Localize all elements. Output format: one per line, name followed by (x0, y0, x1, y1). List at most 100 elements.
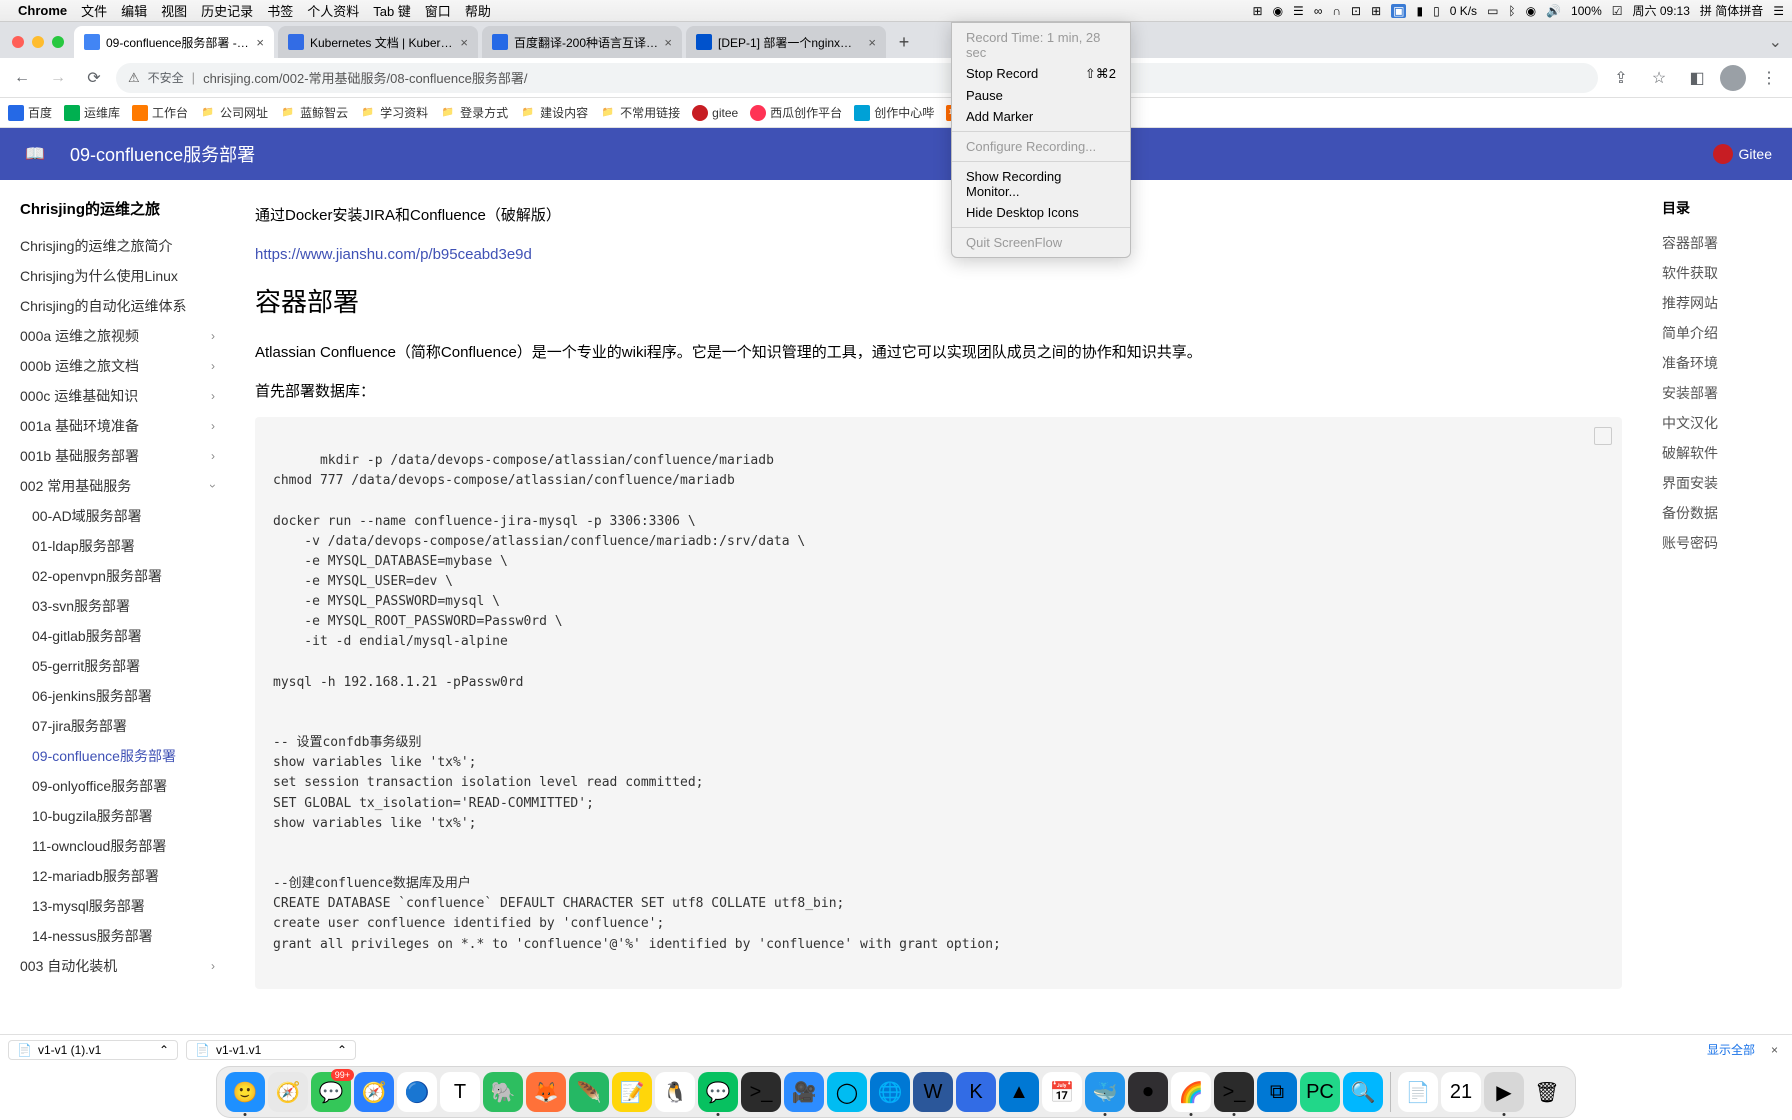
clock[interactable]: 周六 09:13 (1633, 2, 1690, 19)
sidebar-item[interactable]: Chrisjing的自动化运维体系 (20, 291, 215, 321)
download-item-2[interactable]: 📄 v1-v1.v1 ⌃ (186, 1040, 356, 1060)
dock-yuque[interactable]: 🪶 (569, 1072, 609, 1112)
toc-item[interactable]: 备份数据 (1662, 498, 1782, 528)
dock-wps-w[interactable]: W (913, 1072, 953, 1112)
dock-obs[interactable]: ⏺ (1128, 1072, 1168, 1112)
sidebar-item[interactable]: Chrisjing为什么使用Linux (20, 261, 215, 291)
window-minimize[interactable] (32, 36, 44, 48)
bookmark-bilibili[interactable]: 创作中心哔 (854, 104, 934, 121)
sidebar-item[interactable]: 03-svn服务部署 (20, 591, 215, 621)
menu-view[interactable]: 视图 (161, 1, 187, 20)
download-item-1[interactable]: 📄 v1-v1 (1).v1 ⌃ (8, 1040, 178, 1060)
close-downloads-bar[interactable]: × (1765, 1043, 1784, 1057)
wechat-menubar-icon[interactable]: ◉ (1273, 4, 1283, 18)
profile-avatar[interactable] (1720, 65, 1746, 91)
sidebar-item[interactable]: 003 自动化装机› (20, 951, 215, 981)
sidebar-item[interactable]: Chrisjing的运维之旅简介 (20, 231, 215, 261)
dock-cal[interactable]: 21 (1441, 1072, 1481, 1112)
sidebar-item[interactable]: 01-ldap服务部署 (20, 531, 215, 561)
toc-item[interactable]: 账号密码 (1662, 528, 1782, 558)
toc-item[interactable]: 容器部署 (1662, 228, 1782, 258)
menu-profile[interactable]: 个人资料 (307, 1, 359, 20)
grid-icon[interactable]: ⊞ (1371, 4, 1381, 18)
phone-icon[interactable]: ▯ (1433, 4, 1440, 18)
menu-help[interactable]: 帮助 (465, 1, 491, 20)
dock-chrome2[interactable]: 🔵 (397, 1072, 437, 1112)
sidebar-item[interactable]: 000c 运维基础知识› (20, 381, 215, 411)
input-method[interactable]: 拼 简体拼音 (1700, 2, 1763, 19)
sidebar-item[interactable]: 001b 基础服务部署› (20, 441, 215, 471)
bookmark-folder-lanjing[interactable]: 📁蓝鲸智云 (280, 104, 348, 121)
sidepanel-icon[interactable]: ◧ (1682, 63, 1712, 93)
wifi-icon[interactable]: ◉ (1526, 4, 1536, 18)
bookmark-folder-rare[interactable]: 📁不常用链接 (600, 104, 680, 121)
sidebar-item[interactable]: 002 常用基础服务› (20, 471, 215, 501)
bookmark-workbench[interactable]: 工作台 (132, 104, 188, 121)
toc-item[interactable]: 推荐网站 (1662, 288, 1782, 318)
sidebar-item[interactable]: 00-AD域服务部署 (20, 501, 215, 531)
battery-icon[interactable]: ☑ (1612, 4, 1623, 18)
headphones-icon[interactable]: ∩ (1332, 4, 1341, 18)
sidebar-item[interactable]: 11-owncloud服务部署 (20, 831, 215, 861)
dock-safari[interactable]: 🧭 (268, 1072, 308, 1112)
sidebar-item[interactable]: 09-confluence服务部署 (20, 741, 215, 771)
dock-firefox[interactable]: 🦊 (526, 1072, 566, 1112)
menu-bookmarks[interactable]: 书签 (267, 1, 293, 20)
tab-overflow-icon[interactable]: ⌄ (1769, 32, 1782, 52)
menu-file[interactable]: 文件 (81, 1, 107, 20)
dock-finder[interactable]: 🙂 (225, 1072, 265, 1112)
download-menu-icon[interactable]: ⌃ (337, 1043, 347, 1057)
dock-evernote[interactable]: 🐘 (483, 1072, 523, 1112)
dock-edge[interactable]: 🌐 (870, 1072, 910, 1112)
sync-icon[interactable]: ∞ (1314, 4, 1323, 18)
app-menubar-icon[interactable]: ⊡ (1351, 4, 1361, 18)
code-block[interactable]: mkdir -p /data/devops-compose/atlassian/… (255, 417, 1622, 989)
bluetooth-icon[interactable]: ᛒ (1508, 4, 1515, 18)
bookmark-gitee[interactable]: gitee (692, 105, 738, 121)
dock-docker[interactable]: 🐳 (1085, 1072, 1125, 1112)
chevron-icon[interactable]: › (211, 419, 215, 433)
sidebar-item[interactable]: 06-jenkins服务部署 (20, 681, 215, 711)
sidebar-item[interactable]: 000b 运维之旅文档› (20, 351, 215, 381)
sidebar-item[interactable]: 12-mariadb服务部署 (20, 861, 215, 891)
control-center-icon[interactable]: ☰ (1773, 4, 1784, 18)
evernote-menubar-icon[interactable]: ☰ (1293, 4, 1304, 18)
site-logo-icon[interactable]: 📖 (20, 139, 50, 169)
menu-edit[interactable]: 编辑 (121, 1, 147, 20)
chrome-menu-icon[interactable]: ⋮ (1754, 63, 1784, 93)
sidebar-item[interactable]: 09-onlyoffice服务部署 (20, 771, 215, 801)
dock-wechat[interactable]: 💬 (698, 1072, 738, 1112)
stop-record[interactable]: Stop Record⇧⌘2 (952, 63, 1130, 85)
reload-button[interactable]: ⟳ (80, 64, 108, 92)
menu-tab[interactable]: Tab 键 (373, 1, 411, 20)
gitee-link[interactable]: Gitee (1713, 144, 1772, 164)
dock-iterm[interactable]: >_ (1214, 1072, 1254, 1112)
main-content[interactable]: 通过Docker安装JIRA和Confluence（破解版） https://w… (225, 180, 1652, 1034)
dock-kube[interactable]: K (956, 1072, 996, 1112)
jianshu-link[interactable]: https://www.jianshu.com/p/b95ceabd3e9d (255, 246, 532, 263)
tab-close-icon[interactable]: × (868, 35, 876, 50)
bookmark-star-icon[interactable]: ☆ (1644, 63, 1674, 93)
download-menu-icon[interactable]: ⌃ (159, 1043, 169, 1057)
toc-item[interactable]: 安装部署 (1662, 378, 1782, 408)
toc-item[interactable]: 破解软件 (1662, 438, 1782, 468)
address-bar[interactable]: ⚠ 不安全 | chrisjing.com/002-常用基础服务/08-conf… (116, 63, 1598, 93)
toc-item[interactable]: 准备环境 (1662, 348, 1782, 378)
dock-calendar[interactable]: 📅 (1042, 1072, 1082, 1112)
tab-1[interactable]: 09-confluence服务部署 - Chris × (74, 26, 274, 58)
toc-item[interactable]: 软件获取 (1662, 258, 1782, 288)
sidebar-item[interactable]: 07-jira服务部署 (20, 711, 215, 741)
tab-close-icon[interactable]: × (460, 35, 468, 50)
pause-record[interactable]: Pause (952, 85, 1130, 106)
dock-textedit[interactable]: 📄 (1398, 1072, 1438, 1112)
dock-screenflow[interactable]: ▶ (1484, 1072, 1524, 1112)
tab-2[interactable]: Kubernetes 文档 | Kubernetes × (278, 26, 478, 58)
dock-safari2[interactable]: 🧭 (354, 1072, 394, 1112)
sidebar-item[interactable]: 04-gitlab服务部署 (20, 621, 215, 651)
volume-icon[interactable]: 🔊 (1546, 4, 1561, 18)
dock-lens[interactable]: 🔍 (1343, 1072, 1383, 1112)
dock-terminal[interactable]: >_ (741, 1072, 781, 1112)
dock-qq[interactable]: 🐧 (655, 1072, 695, 1112)
left-sidebar[interactable]: Chrisjing的运维之旅 Chrisjing的运维之旅简介Chrisjing… (0, 180, 225, 1034)
window-zoom[interactable] (52, 36, 64, 48)
